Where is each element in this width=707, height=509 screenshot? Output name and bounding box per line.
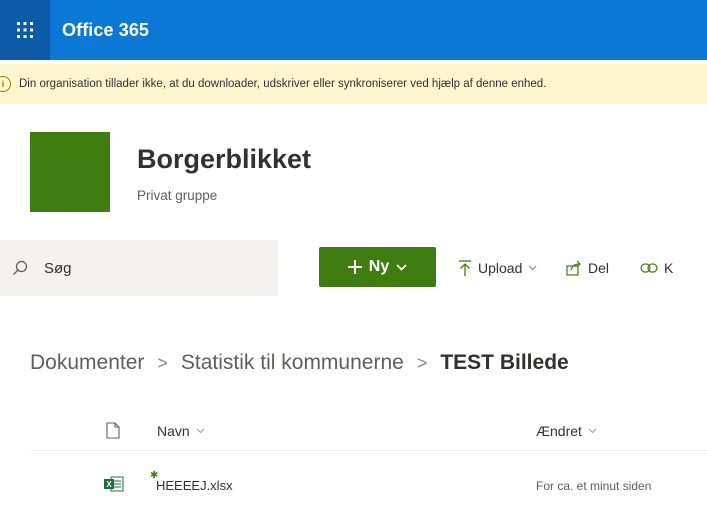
new-button[interactable]: Ny [319,247,436,287]
share-button[interactable]: Del [566,255,609,281]
policy-info-bar: i Din organisation tillader ikke, at du … [0,64,707,104]
file-type-icon [106,422,120,439]
file-name[interactable]: HEEEEJ.xlsx [156,478,233,493]
search-box[interactable] [0,240,278,296]
breadcrumb-separator-icon: > [157,352,168,373]
breadcrumb-item[interactable]: Dokumenter [30,351,144,375]
new-button-label: Ny [368,258,390,275]
info-icon: i [0,76,11,92]
app-launcher-button[interactable] [0,0,50,60]
column-header-name[interactable]: Navn [157,423,205,439]
policy-info-text: Din organisation tillader ikke, at du do… [19,78,547,90]
list-header: Navn Ændret [30,414,707,451]
breadcrumb-separator-icon: > [416,352,428,373]
share-label: Del [588,260,610,276]
group-logo [30,132,110,212]
breadcrumb: Dokumenter > Statistik til kommunerne > … [30,348,569,378]
column-header-name-label: Navn [157,423,190,439]
chevron-down-icon [528,265,537,271]
upload-icon [459,259,471,276]
waffle-icon [17,22,33,38]
upload-button[interactable]: Upload [458,255,537,281]
chevron-down-icon [196,428,205,434]
app-title[interactable]: Office 365 [62,0,149,60]
search-icon [13,260,28,275]
share-icon [566,260,581,276]
copy-link-label: K [664,260,674,276]
column-header-modified-label: Ændret [536,423,582,439]
breadcrumb-item[interactable]: Statistik til kommunerne [181,351,404,375]
link-icon [640,263,658,273]
group-privacy-label: Privat gruppe [137,188,218,203]
svg-text:X: X [106,480,112,489]
file-modified: For ca. et minut siden [536,479,652,493]
column-header-modified[interactable]: Ændret [536,423,597,439]
search-input[interactable] [42,258,246,278]
upload-label: Upload [478,260,523,276]
chevron-down-icon [588,428,597,434]
plus-icon [347,260,362,274]
office-header-bar: Office 365 [0,0,707,60]
breadcrumb-current: TEST Billede [440,351,569,374]
copy-link-button[interactable]: K [640,255,673,281]
table-row[interactable]: X ✱ HEEEEJ.xlsx For ca. et minut siden [30,466,707,502]
excel-file-icon: X [104,476,124,492]
group-name: Borgerblikket [137,144,312,174]
chevron-down-icon [396,263,407,271]
